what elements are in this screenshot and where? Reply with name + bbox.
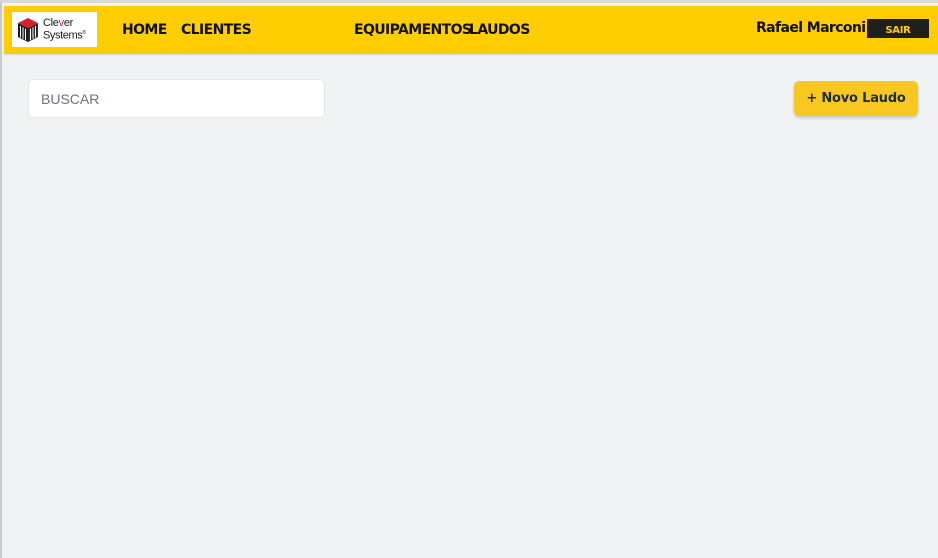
cube-logo-icon bbox=[16, 17, 40, 43]
brand-wordmark: Clever Systems® bbox=[43, 17, 86, 42]
nav-equipamentos[interactable]: EQUIPAMENTOS bbox=[354, 22, 472, 38]
user-name: Rafael Marconi bbox=[756, 20, 866, 36]
top-navbar: Clever Systems® HOME CLIENTES EQUIPAMENT… bbox=[4, 6, 938, 54]
brand-logo[interactable]: Clever Systems® bbox=[12, 12, 97, 47]
app-window: Clever Systems® HOME CLIENTES EQUIPAMENT… bbox=[0, 0, 938, 558]
nav-clientes[interactable]: CLIENTES bbox=[181, 22, 252, 38]
logout-button[interactable]: SAIR bbox=[867, 19, 929, 38]
brand-line1: Clever bbox=[43, 17, 73, 30]
nav-laudos[interactable]: LAUDOS bbox=[469, 22, 530, 38]
new-laudo-button[interactable]: + Novo Laudo bbox=[794, 81, 918, 116]
brand-line2: Systems® bbox=[43, 29, 86, 42]
search-input[interactable] bbox=[28, 79, 325, 118]
nav-home[interactable]: HOME bbox=[122, 22, 167, 38]
